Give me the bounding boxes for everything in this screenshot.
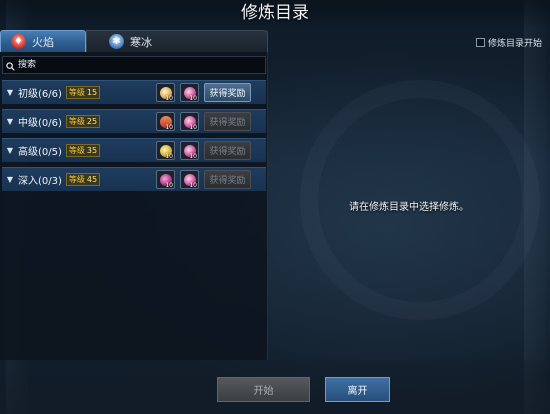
tab-fire-label: 火焰 <box>32 35 54 49</box>
potion-item-icon[interactable]: 10 <box>156 170 175 189</box>
claim-reward-button[interactable]: 获得奖励 <box>204 112 251 131</box>
flask-item-icon[interactable]: 10 <box>180 141 199 160</box>
level-badge-label: 等级 <box>68 117 85 126</box>
claim-reward-button[interactable]: 获得奖励 <box>204 170 251 189</box>
leave-button[interactable]: 离开 <box>325 377 390 402</box>
item-count: 10 <box>165 182 173 189</box>
snowflake-icon: ✱ <box>109 34 124 49</box>
expand-arrow-icon[interactable]: ▼ <box>2 88 18 97</box>
training-row[interactable]: ▼ 深入(0/3) 等级 45 10 10 获得奖励 <box>2 167 266 191</box>
level-badge-value: 35 <box>86 146 98 155</box>
claim-reward-button[interactable]: 获得奖励 <box>204 141 251 160</box>
training-row[interactable]: ▼ 初级(6/6) 等级 15 10 10 获得奖励 <box>2 80 266 104</box>
level-badge-label: 等级 <box>68 146 85 155</box>
auto-start-label: 修炼目录开始 <box>487 39 542 49</box>
element-tabs: ♦ 火焰 ✱ 寒冰 <box>0 30 268 52</box>
expand-arrow-icon[interactable]: ▼ <box>2 146 18 155</box>
sword-item-icon[interactable]: 10 <box>156 112 175 131</box>
tab-fire[interactable]: ♦ 火焰 <box>0 30 86 52</box>
tab-ice-label: 寒冰 <box>130 35 152 49</box>
item-count: 10 <box>189 124 197 131</box>
flask-item-icon[interactable]: 10 <box>180 83 199 102</box>
scroll-item-icon[interactable]: 10 <box>156 83 175 102</box>
search-bar <box>2 56 266 74</box>
claim-reward-button[interactable]: 获得奖励 <box>204 83 251 102</box>
item-count: 10 <box>165 95 173 102</box>
level-badge: 等级 25 <box>65 115 101 128</box>
training-name: 初级(6/6) <box>18 89 62 100</box>
training-name: 深入(0/3) <box>18 176 62 187</box>
level-badge: 等级 15 <box>65 86 101 99</box>
expand-arrow-icon[interactable]: ▼ <box>2 117 18 126</box>
level-badge-label: 等级 <box>68 88 85 97</box>
item-count: 10 <box>189 153 197 160</box>
training-list: ▼ 初级(6/6) 等级 15 10 10 获得奖励 ▼ 中级(0/6) 等级 25… <box>2 80 266 196</box>
footer-bar: 开始 离开 <box>0 360 550 414</box>
item-count: 10 <box>189 95 197 102</box>
training-catalog-panel: ♦ 火焰 ✱ 寒冰 ▼ 初级(6/6) 等级15 10 10 获得奖励 ▼ 中级… <box>0 30 268 360</box>
expand-arrow-icon[interactable]: ▼ <box>2 175 18 184</box>
level-badge-value: 25 <box>86 117 98 126</box>
item-count: 10 <box>165 124 173 131</box>
training-row[interactable]: ▼ 高级(0/5) 等级 35 10 10 获得奖励 <box>2 138 266 162</box>
quill-item-icon[interactable]: 10 <box>156 141 175 160</box>
training-detail-panel: 修炼目录开始 请在修炼目录中选择修炼。 <box>268 30 550 360</box>
level-badge-value: 45 <box>86 175 98 184</box>
training-row[interactable]: ▼ 中级(0/6) 等级 25 10 10 获得奖励 <box>2 109 266 133</box>
level-badge-value: 15 <box>86 88 98 97</box>
tab-ice[interactable]: ✱ 寒冰 <box>86 30 268 52</box>
flask-item-icon[interactable]: 10 <box>180 112 199 131</box>
level-badge-label: 等级 <box>68 175 85 184</box>
fire-icon: ♦ <box>11 34 26 49</box>
item-count: 10 <box>165 153 173 160</box>
auto-start-toggle[interactable]: 修炼目录开始 <box>475 36 542 49</box>
level-badge: 等级 35 <box>65 144 101 157</box>
flask-item-icon[interactable]: 10 <box>180 170 199 189</box>
select-training-hint: 请在修炼目录中选择修炼。 <box>349 202 469 213</box>
auto-start-checkbox[interactable] <box>475 38 485 47</box>
search-icon <box>6 56 15 75</box>
start-button[interactable]: 开始 <box>217 377 310 402</box>
item-count: 10 <box>189 182 197 189</box>
training-name: 中级(0/6) <box>18 118 62 129</box>
training-name: 高级(0/5) <box>18 147 62 158</box>
search-input[interactable] <box>18 57 265 73</box>
window-title: 修炼目录 <box>0 0 550 28</box>
level-badge: 等级 45 <box>65 173 101 186</box>
